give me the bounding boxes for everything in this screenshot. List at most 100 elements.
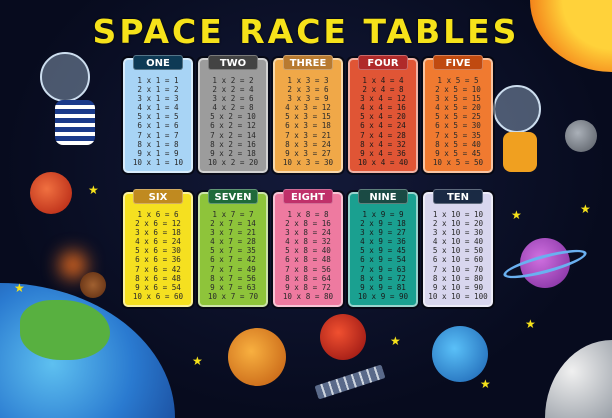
table-row: 1 x 6 = 6: [137, 210, 179, 219]
table-rows: 1 x 5 = 52 x 5 = 10 3 x 5 = 15 4 x 5 = 20 5…: [425, 76, 491, 167]
table-row: 3 x 6 = 18: [135, 228, 181, 238]
table-label: THREE: [283, 55, 333, 70]
table-row: 10 x 9 = 90: [357, 291, 409, 301]
times-table-card-two: TWO 1 x 2 = 22 x 2 = 43 x 2 = 64 x 2 = 85…: [198, 55, 268, 173]
table-row: 4 x 10 = 40: [432, 237, 484, 247]
table-row: 7 x 10 = 70: [432, 264, 484, 274]
table-rows: 1 x 4 = 42 x 4 = 83 x 4 = 12 4 x 4 = 16 5 …: [350, 76, 416, 167]
table-row: 8 x 10 = 80: [432, 273, 484, 283]
blue-planet: [432, 326, 488, 382]
times-table-card-five: FIVE 1 x 5 = 52 x 5 = 10 3 x 5 = 15 4 x 5 =…: [423, 55, 493, 173]
red-planet-left: [30, 172, 72, 214]
table-row: 2 x 2 = 4: [212, 85, 254, 95]
times-table-card-ten: TEN 1 x 10 = 10 2 x 10 = 20 3 x 10 = 30 4 x …: [423, 189, 493, 307]
table-row: 4 x 6 = 24: [135, 237, 181, 247]
table-row: 5 x 5 = 25: [435, 112, 481, 122]
star-icon: ★: [580, 202, 591, 216]
times-table-card-one: ONE 1 x 1 = 12 x 1 = 23 x 1 = 34 x 1 = 45…: [123, 55, 193, 173]
table-label: SEVEN: [208, 189, 258, 204]
table-row: 3 x 9 = 27: [360, 228, 406, 238]
times-table-card-nine: NINE 1 x 9 = 92 x 9 = 18 3 x 9 = 27 4 x 9 =…: [348, 189, 418, 307]
times-table-card-four: FOUR 1 x 4 = 42 x 4 = 83 x 4 = 12 4 x 4 = …: [348, 55, 418, 173]
table-row: 6 x 5 = 30: [435, 121, 481, 131]
times-table-card-seven: SEVEN 1 x 7 = 72 x 7 = 14 3 x 7 = 21 4 x 7 …: [198, 189, 268, 307]
table-row: 7 x 5 = 35: [435, 130, 481, 140]
table-label: FIVE: [433, 55, 483, 70]
table-rows: 1 x 10 = 10 2 x 10 = 20 3 x 10 = 30 4 x 10 …: [425, 210, 491, 301]
table-row: 5 x 6 = 30: [135, 246, 181, 256]
table-row: 2 x 8 = 16: [285, 219, 331, 229]
table-row: 7 x 7 = 49: [210, 264, 256, 274]
table-label: ONE: [133, 55, 183, 70]
table-row: 1 x 5 = 5: [437, 76, 479, 85]
table-row: 6 x 4 = 24: [360, 121, 406, 131]
table-row: 4 x 8 = 32: [285, 237, 331, 247]
star-icon: ★: [88, 183, 99, 197]
astronaut-girl-body: [503, 132, 537, 172]
astronaut-boy-body: [55, 100, 95, 145]
astronaut-boy: [40, 52, 90, 102]
table-row: 10 x 1 = 10: [132, 157, 184, 167]
table-row: 2 x 10 = 20: [432, 219, 484, 229]
table-rows: 1 x 1 = 12 x 1 = 23 x 1 = 34 x 1 = 45 x …: [125, 76, 191, 167]
star-icon: ★: [525, 317, 536, 331]
table-row: 4 x 4 = 16: [360, 103, 406, 113]
table-row: 6 x 3 = 18: [285, 121, 331, 131]
table-row: 5 x 4 = 20: [360, 112, 406, 122]
table-row: 1 x 10 = 10: [432, 210, 484, 219]
astronaut-girl: [493, 85, 541, 133]
times-table-card-eight: EIGHT 1 x 8 = 82 x 8 = 16 3 x 8 = 24 4 x 8 …: [273, 189, 343, 307]
table-row: 9 x 7 = 63: [210, 282, 256, 292]
table-row: 6 x 9 = 54: [360, 255, 406, 265]
table-row: 6 x 7 = 42: [210, 255, 256, 265]
table-row: 7 x 4 = 28: [360, 130, 406, 140]
table-label: TEN: [433, 189, 483, 204]
table-row: 10 x 4 = 40: [357, 157, 409, 167]
table-row: 4 x 3 = 12: [285, 103, 331, 113]
table-rows: 1 x 3 = 32 x 3 = 63 x 3 = 94 x 3 = 12 5 x…: [275, 76, 341, 167]
table-row: 4 x 9 = 36: [360, 237, 406, 247]
star-icon: ★: [192, 354, 203, 368]
table-row: 9 x 9 = 81: [360, 282, 406, 292]
comet-illustration: [80, 272, 106, 298]
table-row: 2 x 1 = 2: [137, 85, 179, 95]
table-row: 8 x 5 = 40: [435, 139, 481, 149]
table-row: 1 x 8 = 8: [287, 210, 329, 219]
table-row: 2 x 6 = 12: [135, 219, 181, 229]
table-row: 10 x 5 = 50: [432, 157, 484, 167]
table-row: 8 x 6 = 48: [135, 273, 181, 283]
table-row: 7 x 8 = 56: [285, 264, 331, 274]
table-row: 2 x 5 = 10: [435, 85, 481, 95]
table-row: 3 x 10 = 30: [432, 228, 484, 238]
table-label: SIX: [133, 189, 183, 204]
table-row: 4 x 1 = 4: [137, 103, 179, 113]
table-row: 9 x 1 = 9: [137, 148, 179, 158]
table-row: 5 x 3 = 15: [285, 112, 331, 122]
table-row: 9 x 5 = 45: [435, 148, 481, 158]
table-row: 1 x 1 = 1: [137, 76, 179, 85]
table-row: 4 x 7 = 28: [210, 237, 256, 247]
times-table-card-three: THREE 1 x 3 = 32 x 3 = 63 x 3 = 94 x 3 = …: [273, 55, 343, 173]
star-icon: ★: [14, 281, 25, 295]
table-row: 7 x 1 = 7: [137, 130, 179, 140]
table-row: 5 x 1 = 5: [137, 112, 179, 122]
table-row: 3 x 5 = 15: [435, 94, 481, 104]
poster-title: SPACE RACE TABLES: [92, 12, 520, 51]
table-row: 10 x 8 = 80: [282, 291, 334, 301]
table-row: 8 x 7 = 56: [210, 273, 256, 283]
table-row: 7 x 3 = 21: [285, 130, 331, 140]
table-row: 9 x 2 = 18: [210, 148, 256, 158]
table-row: 8 x 2 = 16: [210, 139, 256, 149]
table-row: 2 x 7 = 14: [210, 219, 256, 229]
table-row: 10 x 2 = 20: [207, 157, 259, 167]
table-row: 5 x 7 = 35: [210, 246, 256, 256]
table-row: 3 x 2 = 6: [212, 94, 254, 104]
table-row: 2 x 9 = 18: [360, 219, 406, 229]
table-rows: 1 x 9 = 92 x 9 = 18 3 x 9 = 27 4 x 9 = 36 5…: [350, 210, 416, 301]
table-row: 5 x 10 = 50: [432, 246, 484, 256]
times-table-card-six: SIX 1 x 6 = 62 x 6 = 12 3 x 6 = 18 4 x 6 = …: [123, 189, 193, 307]
table-row: 9 x 10 = 90: [432, 282, 484, 292]
red-planet-bottom: [320, 314, 366, 360]
table-row: 4 x 2 = 8: [212, 103, 254, 113]
table-rows: 1 x 7 = 72 x 7 = 14 3 x 7 = 21 4 x 7 = 28 5…: [200, 210, 266, 301]
